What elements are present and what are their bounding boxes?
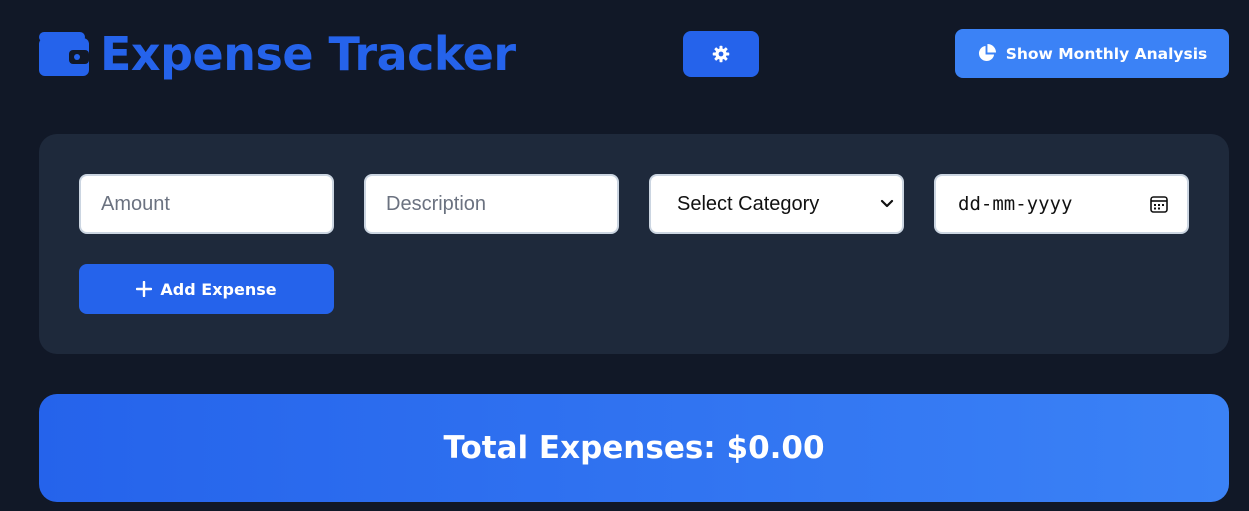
wallet-icon <box>39 32 89 76</box>
total-value: $0.00 <box>726 430 825 466</box>
expense-tracker-app: Expense Tracker Show Monthly Analysis Am… <box>0 0 1249 511</box>
plus-icon <box>136 281 153 297</box>
gear-icon <box>712 45 730 63</box>
description-field[interactable] <box>364 174 619 234</box>
add-expense-label: Add Expense <box>160 279 277 299</box>
page-title: Expense Tracker <box>100 27 516 81</box>
total-expenses-banner: Total Expenses: $0.00 <box>39 394 1229 502</box>
description-input[interactable] <box>386 192 597 216</box>
calendar-icon[interactable] <box>1149 194 1169 214</box>
date-value: dd-mm-yyyy <box>958 193 1073 215</box>
analysis-button-label: Show Monthly Analysis <box>1005 44 1208 63</box>
amount-field[interactable] <box>79 174 334 234</box>
expense-form: Select Category dd-mm-yyyy Add Expense <box>39 134 1229 354</box>
brand: Expense Tracker <box>39 26 516 82</box>
date-input[interactable]: dd-mm-yyyy <box>934 174 1189 234</box>
category-select[interactable]: Select Category <box>649 174 904 234</box>
show-monthly-analysis-button[interactable]: Show Monthly Analysis <box>955 29 1229 78</box>
chevron-down-icon <box>880 199 894 208</box>
amount-input[interactable] <box>101 192 312 216</box>
pie-chart-icon <box>978 44 996 62</box>
settings-button[interactable] <box>683 31 759 77</box>
add-expense-button[interactable]: Add Expense <box>79 264 334 314</box>
category-selected-value: Select Category <box>677 192 820 215</box>
total-label: Total Expenses: <box>443 430 716 466</box>
